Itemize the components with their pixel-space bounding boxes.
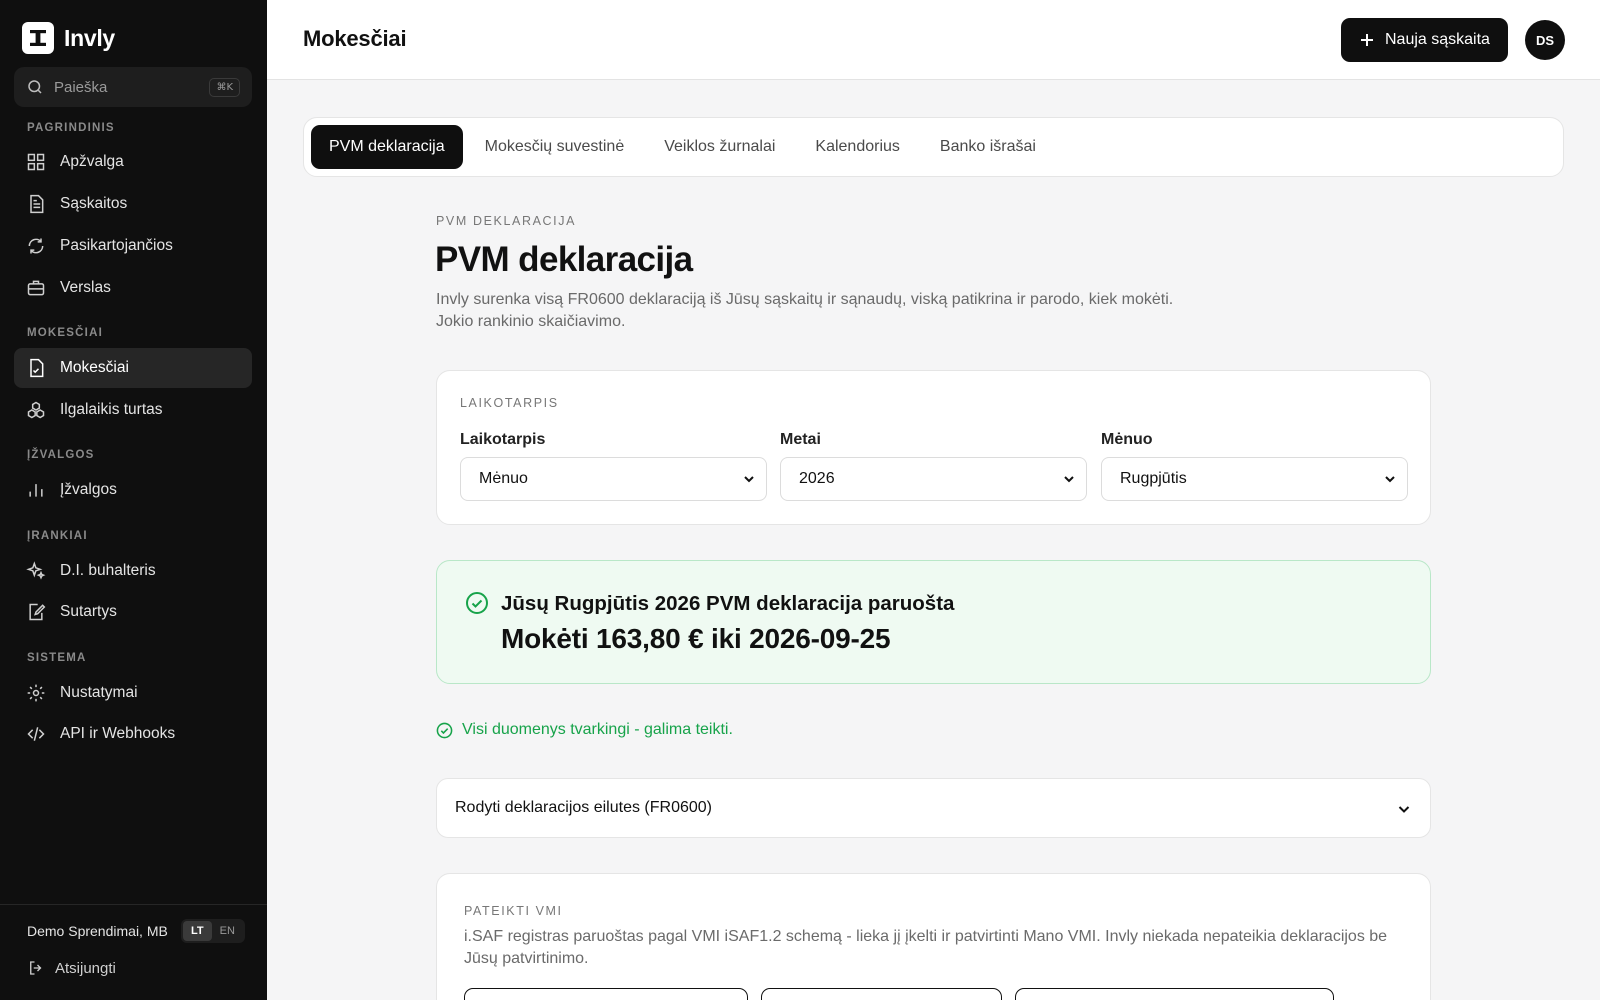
sidebar-item-nustatymai[interactable]: Nustatymai	[14, 673, 252, 713]
sidebar-item-api-webhooks[interactable]: API ir Webhooks	[14, 714, 252, 754]
brand[interactable]: Invly	[22, 22, 115, 54]
lang-lt[interactable]: LT	[183, 921, 212, 941]
sidebar-item-label: Pasikartojančios	[60, 237, 173, 254]
page-title: Mokesčiai	[303, 26, 407, 51]
tax-document-icon	[30, 358, 44, 378]
logout-button[interactable]: Atsijungti	[27, 959, 116, 977]
sidebar-item-label: API ir Webhooks	[60, 725, 176, 742]
sidebar-item-saskaitos[interactable]: Sąskaitos	[14, 184, 252, 224]
contract-icon	[29, 603, 46, 621]
search-shortcut: ⌘K	[209, 77, 240, 97]
vmi-description: i.SAF registras paruoštas pagal VMI iSAF…	[464, 928, 1388, 967]
section-title-pagrindinis: PAGRINDINIS	[27, 122, 115, 134]
status-title: Jūsų Rugpjūtis 2026 PVM deklaracija paru…	[501, 592, 955, 615]
brand-name: Invly	[64, 24, 115, 51]
chevron-down-icon	[1398, 806, 1410, 813]
sidebar-item-di-buhalteris[interactable]: D.I. buhalteris	[14, 551, 252, 591]
sidebar-item-label: Nustatymai	[60, 684, 138, 701]
section-heading: PVM deklaracija	[435, 240, 693, 279]
year-select[interactable]: 2026	[780, 457, 1087, 501]
section-title-sistema: SISTEMA	[27, 652, 87, 664]
logout-icon	[30, 961, 42, 975]
sidebar-footer: Demo Sprendimai, MB LT EN Atsijungti	[0, 904, 267, 1000]
sidebar-item-label: Sutartys	[60, 603, 117, 620]
sidebar-item-ilgalaikis-turtas[interactable]: Ilgalaikis turtas	[14, 390, 252, 430]
topbar: Mokesčiai Nauja sąskaita DS	[267, 0, 1600, 80]
tab-pvm-deklaracija[interactable]: PVM deklaracija	[311, 125, 463, 169]
period-card-label: LAIKOTARPIS	[460, 396, 559, 410]
section-eyebrow: PVM DEKLARACIJA	[436, 214, 577, 228]
sidebar-item-label: Mokesčiai	[60, 359, 129, 376]
lang-en[interactable]: EN	[212, 921, 243, 941]
period-card: LAIKOTARPIS Laikotarpis Mėnuo Metai 2026…	[436, 370, 1431, 525]
chevron-down-icon	[744, 476, 754, 483]
sidebar: Invly Paieška ⌘K PAGRINDINIS Apžvalga Są…	[0, 0, 267, 1000]
period-type-value: Mėnuo	[479, 470, 528, 487]
validation-message: Visi duomenys tvarkingi - galima teikti.	[436, 721, 733, 739]
sidebar-item-verslas[interactable]: Verslas	[14, 268, 252, 308]
company-name: Demo Sprendimai, MB	[27, 923, 168, 939]
chevron-down-icon	[1064, 476, 1074, 483]
submit-vmi-card: PATEIKTI VMI i.SAF registras paruoštas p…	[436, 873, 1431, 1000]
period-type-label: Laikotarpis	[460, 431, 546, 448]
month-select[interactable]: Rugpjūtis	[1101, 457, 1408, 501]
sidebar-item-apzvalga[interactable]: Apžvalga	[14, 142, 252, 182]
logo-icon	[22, 22, 54, 54]
vmi-action-button-1[interactable]	[464, 988, 748, 1000]
refresh-icon	[28, 238, 44, 254]
tab-banko-israsai[interactable]: Banko išrašai	[922, 125, 1054, 169]
avatar[interactable]: DS	[1525, 20, 1565, 60]
grid-icon	[27, 153, 45, 171]
sparkles-icon	[26, 561, 46, 580]
declaration-status-card: Jūsų Rugpjūtis 2026 PVM deklaracija paru…	[436, 560, 1431, 684]
plus-icon	[1361, 34, 1373, 46]
payment-amount: Mokėti 163,80 € iki 2026-09-25	[501, 623, 891, 654]
tab-mokesciu-suvestine[interactable]: Mokesčių suvestinė	[467, 125, 643, 169]
declaration-lines-toggle[interactable]: Rodyti deklaracijos eilutes (FR0600)	[436, 778, 1431, 838]
search-icon	[28, 80, 42, 94]
year-value: 2026	[799, 470, 835, 487]
sidebar-item-sutartys[interactable]: Sutartys	[14, 592, 252, 632]
vmi-action-button-3[interactable]	[1015, 988, 1334, 1000]
tab-kalendorius[interactable]: Kalendorius	[797, 125, 918, 169]
gear-icon	[27, 684, 45, 702]
year-label: Metai	[780, 431, 821, 448]
new-invoice-label: Nauja sąskaita	[1385, 31, 1490, 48]
tab-veiklos-zurnalai[interactable]: Veiklos žurnalai	[646, 125, 793, 169]
chevron-down-icon	[1385, 476, 1395, 483]
new-invoice-button[interactable]: Nauja sąskaita	[1341, 18, 1508, 62]
sidebar-item-mokesciai[interactable]: Mokesčiai	[14, 348, 252, 388]
search-placeholder: Paieška	[54, 78, 108, 96]
document-icon	[30, 194, 44, 214]
month-value: Rugpjūtis	[1120, 470, 1187, 487]
sidebar-item-label: Įžvalgos	[60, 481, 117, 498]
language-switcher: LT EN	[181, 919, 245, 943]
logout-label: Atsijungti	[55, 959, 116, 977]
check-circle-icon	[466, 592, 488, 614]
search-input[interactable]: Paieška ⌘K	[14, 67, 252, 107]
code-icon	[27, 727, 45, 741]
sidebar-item-label: D.I. buhalteris	[60, 562, 156, 579]
check-circle-icon	[436, 722, 453, 738]
vmi-card-label: PATEIKTI VMI	[464, 904, 563, 918]
period-type-select[interactable]: Mėnuo	[460, 457, 767, 501]
validation-text: Visi duomenys tvarkingi - galima teikti.	[462, 721, 733, 738]
section-title-irankiai: ĮRANKIAI	[27, 530, 88, 542]
sidebar-item-label: Ilgalaikis turtas	[60, 401, 163, 418]
tax-tabs: PVM deklaracija Mokesčių suvestinė Veikl…	[303, 117, 1564, 177]
sidebar-item-izvalgos[interactable]: Įžvalgos	[14, 470, 252, 510]
sidebar-item-pasikartojancios[interactable]: Pasikartojančios	[14, 226, 252, 266]
sidebar-item-label: Verslas	[60, 279, 111, 296]
section-title-mokesciai: MOKESČIAI	[27, 327, 103, 339]
vmi-action-button-2[interactable]	[761, 988, 1002, 1000]
assets-icon	[27, 401, 45, 419]
section-title-izvalgos: ĮŽVALGOS	[27, 449, 95, 461]
bar-chart-icon	[29, 484, 43, 497]
sidebar-item-label: Sąskaitos	[60, 195, 128, 212]
month-label: Mėnuo	[1101, 431, 1153, 448]
sidebar-item-label: Apžvalga	[60, 153, 124, 170]
section-description: Invly surenka visą FR0600 deklaraciją iš…	[436, 291, 1174, 330]
accordion-label: Rodyti deklaracijos eilutes (FR0600)	[455, 799, 712, 816]
briefcase-icon	[27, 280, 45, 296]
